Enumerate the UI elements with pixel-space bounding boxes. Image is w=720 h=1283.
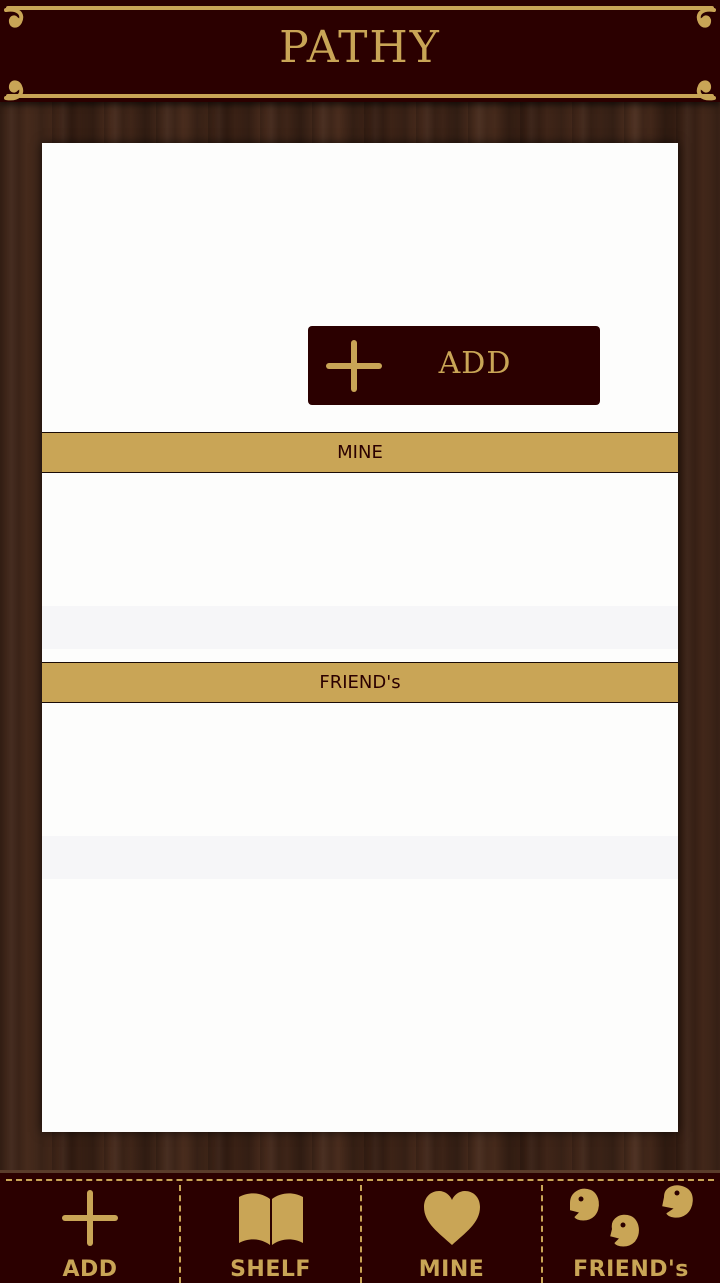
book-icon [238, 1193, 303, 1245]
plus-icon [62, 1190, 118, 1246]
app-header: PATHY [0, 0, 720, 102]
plus-icon [326, 340, 382, 392]
add-button[interactable]: ADD [308, 326, 600, 405]
list-item [42, 606, 678, 649]
heart-icon [423, 1191, 480, 1245]
nav-tab-mine[interactable]: MINE [361, 1183, 542, 1283]
list-item [42, 836, 678, 879]
page-title: PATHY [279, 22, 441, 73]
nav-tab-shelf[interactable]: SHELF [180, 1183, 361, 1283]
section-header-friends: FRIEND's [42, 662, 678, 703]
header-bottom-rule [6, 94, 714, 98]
nav-tab-label: MINE [418, 1257, 485, 1282]
header-top-rule [6, 6, 714, 10]
nav-tab-label: SHELF [230, 1257, 311, 1282]
content-panel: ADD MINE FRIEND's [42, 143, 678, 1132]
nav-tab-add[interactable]: ADD [0, 1183, 180, 1283]
nav-tab-friends[interactable]: FRIEND's [542, 1183, 720, 1283]
nav-tab-label: ADD [62, 1257, 118, 1282]
bottom-nav: ADD SHELF MINE FRIEND's [0, 1170, 720, 1283]
add-button-label: ADD [438, 346, 512, 381]
section-header-mine: MINE [42, 432, 678, 473]
nav-dashed-divider [6, 1179, 714, 1181]
friends-icon [568, 1183, 695, 1249]
nav-tab-label: FRIEND's [573, 1257, 689, 1282]
